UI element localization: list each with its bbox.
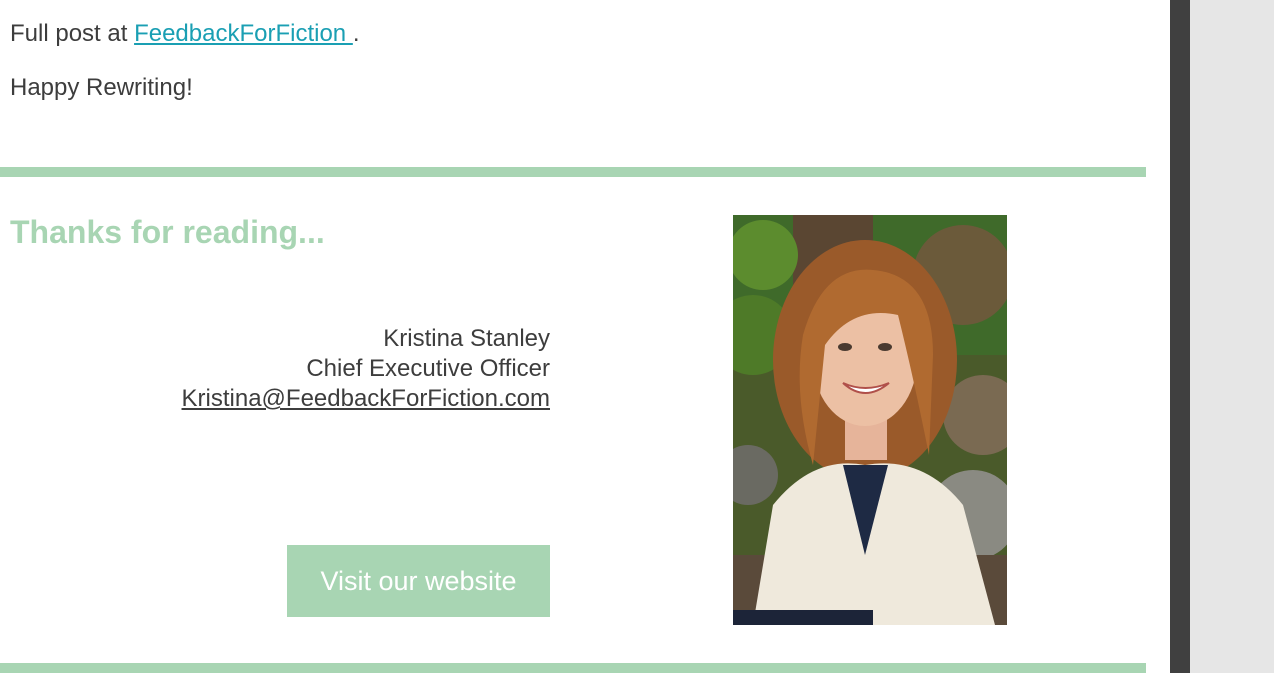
full-post-suffix: .: [352, 20, 360, 47]
portrait-photo: [733, 215, 1007, 625]
right-gutter: [1190, 0, 1274, 673]
visit-website-button[interactable]: Visit our website: [287, 545, 550, 617]
signature-title: Chief Executive Officer: [306, 355, 550, 382]
feedbackforfiction-link[interactable]: FeedbackForFiction: [134, 20, 353, 47]
thanks-heading: Thanks for reading...: [10, 214, 325, 250]
closing-text: Happy Rewriting!: [10, 74, 193, 101]
portrait-image: [733, 215, 1007, 625]
full-post-prefix: Full post at: [10, 20, 135, 47]
full-post-line: Full post at FeedbackForFiction .: [10, 20, 360, 48]
divider-top: [0, 167, 1146, 177]
signature-email-link[interactable]: Kristina@FeedbackForFiction.com: [182, 385, 550, 412]
divider-bottom: [0, 663, 1146, 673]
email-body: Full post at FeedbackForFiction . Happy …: [0, 0, 1170, 673]
signature-block: Kristina Stanley Chief Executive Officer…: [182, 324, 550, 414]
email-view: Full post at FeedbackForFiction . Happy …: [0, 0, 1274, 673]
scrollbar-track[interactable]: [1170, 0, 1190, 673]
signature-name: Kristina Stanley: [383, 325, 550, 352]
